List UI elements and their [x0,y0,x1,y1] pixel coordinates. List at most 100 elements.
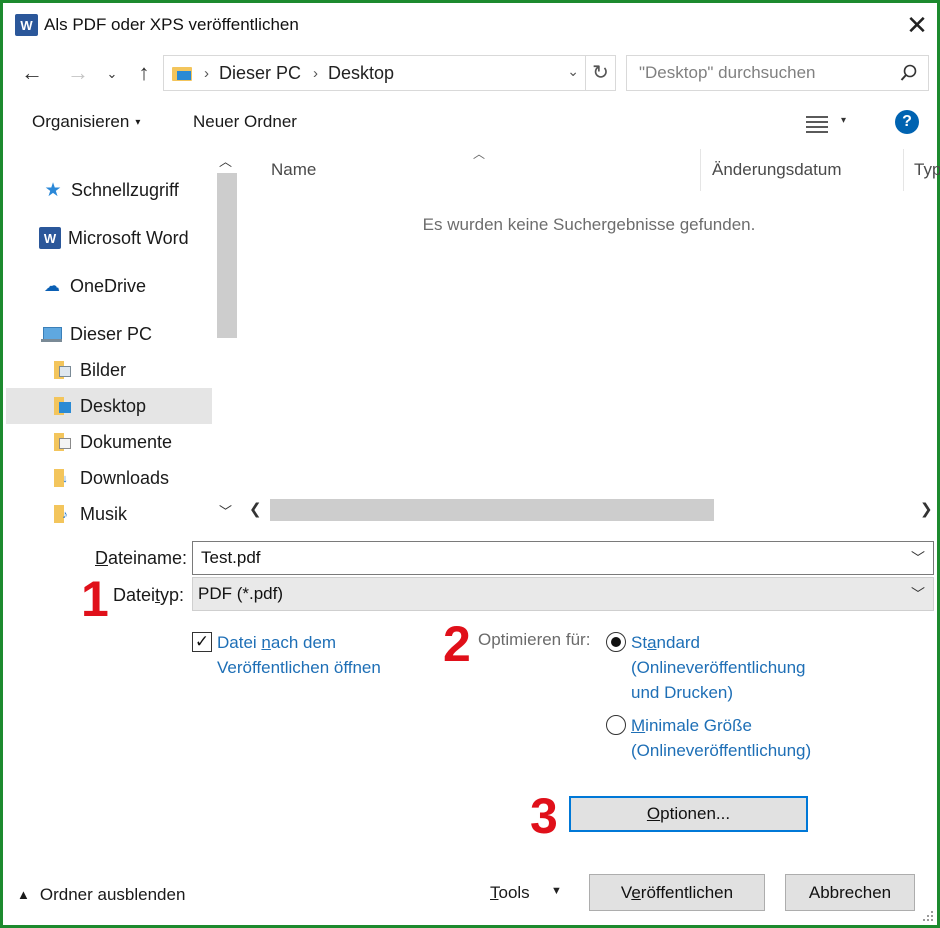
column-divider[interactable] [700,149,701,191]
magnifier-icon[interactable] [900,56,918,90]
address-bar[interactable]: › Dieser PC › Desktop ⌄ [163,55,586,91]
sidebar-item-microsoft-word[interactable]: W Microsoft Word [6,220,212,256]
sidebar-scrollbar[interactable]: ︿ ﹀ [213,149,238,524]
optimize-standard-label[interactable]: Standard (Onlineveröffentlichung und Dru… [631,630,821,705]
tools-label-rest: ools [498,883,530,902]
optimize-for-label: Optimieren für: [478,630,591,649]
tools-access-key: T [490,883,499,902]
tools-caret-down-icon[interactable]: ▼ [551,885,562,897]
filetype-label: Dateityp: [113,585,184,606]
search-input[interactable]: "Desktop" durchsuchen [626,55,929,91]
publish-button[interactable]: Veröffentlichen [589,874,765,911]
filetype-label-rest: yp: [160,585,185,605]
sidebar-item-label: Schnellzugriff [71,179,179,200]
filename-value: Test.pdf [201,548,261,567]
filename-input[interactable]: Test.pdf ﹀ [192,541,934,575]
cancel-button[interactable]: Abbrechen [785,874,915,911]
optimize-standard-radio[interactable] [606,632,626,652]
standard-label-rest: ndard (Onlineveröffentlichung und Drucke… [631,633,806,702]
forward-arrow-icon[interactable]: → [63,58,93,88]
column-divider[interactable] [903,149,904,191]
sidebar-item-label: Microsoft Word [68,227,189,248]
help-icon[interactable]: ? [895,110,919,134]
view-caret-down-icon[interactable]: ▾ [841,115,846,126]
open-after-publish-access-key: n [261,633,271,652]
optimize-minimum-radio[interactable] [606,715,626,735]
refresh-icon[interactable]: ↻ [586,55,616,91]
sidebar-item-label: OneDrive [70,275,147,296]
sidebar-item-schnellzugriff[interactable]: ★ Schnellzugriff [6,172,212,208]
scroll-up-chevron-icon[interactable]: ︿ [213,151,238,170]
breadcrumb-separator-icon: › [204,64,209,82]
publish-label-rest: röffentlichen [640,883,734,902]
dialog-window: W Als PDF oder XPS veröffentlichen ✕ ← →… [0,0,940,928]
sidebar-scroll-thumb[interactable] [217,173,237,338]
view-options-icon[interactable] [806,113,846,133]
close-icon[interactable]: ✕ [901,9,933,41]
breadcrumb-separator-icon: › [313,64,319,82]
tools-menu-button[interactable]: Tools [490,883,530,903]
navigation-pane: ★ Schnellzugriff W Microsoft Word ☁ OneD… [6,149,238,529]
column-header-type[interactable]: Typ [914,160,940,180]
up-arrow-icon[interactable]: ↑ [129,58,159,88]
filename-label-rest: ateiname: [108,548,188,568]
new-folder-button[interactable]: Neuer Ordner [193,112,297,132]
publish-access-key: e [631,883,641,902]
sidebar-item-label: Bilder [80,359,127,380]
annotation-number-2: 2 [443,616,471,672]
column-header-name[interactable]: Name [271,160,316,180]
filetype-select[interactable]: PDF (*.pdf) ﹀ [192,577,934,611]
organize-menu-button[interactable]: Organisieren ▾ [32,112,140,132]
standard-label-start: St [631,633,648,652]
column-header-date[interactable]: Änderungsdatum [712,160,841,180]
sidebar-item-label: Dokumente [80,431,173,452]
filetype-label-start: Datei [113,585,156,605]
back-arrow-icon[interactable]: ← [17,58,47,88]
hide-folders-label: Ordner ausblenden [39,885,186,904]
sidebar-item-dokumente[interactable]: Dokumente [6,424,212,460]
filetype-dropdown-chevron-icon[interactable]: ﹀ [911,578,925,610]
filename-dropdown-chevron-icon[interactable]: ﹀ [911,542,925,574]
sidebar-item-label: Dieser PC [70,323,153,344]
sidebar-item-dieser-pc[interactable]: Dieser PC [6,316,212,352]
music-folder-icon: ♪ [53,504,73,524]
recent-locations-chevron-icon[interactable]: ⌄ [99,59,125,89]
resize-grip-icon[interactable] [919,907,935,923]
breadcrumb-dieser-pc[interactable]: Dieser PC [219,63,301,84]
scroll-left-chevron-icon[interactable]: ❮ [249,500,262,518]
cloud-icon: ☁ [44,278,60,295]
filename-label-access-key: D [95,548,108,568]
organize-label: Organisieren [32,112,130,131]
star-icon: ★ [44,179,62,201]
hide-folders-button[interactable]: ▲ Ordner ausblenden [17,885,185,905]
desktop-folder-icon [53,396,73,416]
standard-access-key: a [647,633,657,652]
open-after-publish-checkbox[interactable]: ✓ [192,632,212,652]
desktop-folder-icon [172,65,192,81]
window-title: Als PDF oder XPS veröffentlichen [44,15,299,34]
horizontal-scroll-thumb[interactable] [270,499,714,521]
sidebar-item-downloads[interactable]: ↓ Downloads [6,460,212,496]
address-dropdown-chevron-icon[interactable]: ⌄ [567,63,579,80]
sidebar-item-label: Musik [80,503,128,524]
word-app-icon-letter: W [20,17,33,33]
publish-label-start: V [620,883,632,902]
pictures-folder-icon [53,360,73,380]
optimize-minimum-label[interactable]: Minimale Größe (Onlineveröffentlichung) [631,713,821,763]
sidebar-item-desktop[interactable]: Desktop [6,388,212,424]
minimum-access-key: M [631,716,646,735]
downloads-folder-icon: ↓ [53,468,73,488]
breadcrumb-desktop[interactable]: Desktop [328,63,394,84]
sidebar-item-musik[interactable]: ♪ Musik [6,496,212,532]
empty-results-message: Es wurden keine Suchergebnisse gefunden. [422,215,756,234]
sidebar-item-onedrive[interactable]: ☁ OneDrive [6,268,212,304]
scroll-down-chevron-icon[interactable]: ﹀ [213,501,238,520]
caret-up-icon: ▲ [17,887,30,902]
options-access-key: O [646,804,661,823]
annotation-number-3: 3 [530,788,558,844]
open-after-publish-label[interactable]: Datei nach dem Veröffentlichen öffnen [217,630,437,680]
options-button[interactable]: Optionen... [569,796,808,832]
scroll-right-chevron-icon[interactable]: ❯ [920,500,933,518]
sidebar-item-bilder[interactable]: Bilder [6,352,212,388]
sidebar-item-label: Desktop [80,395,147,416]
